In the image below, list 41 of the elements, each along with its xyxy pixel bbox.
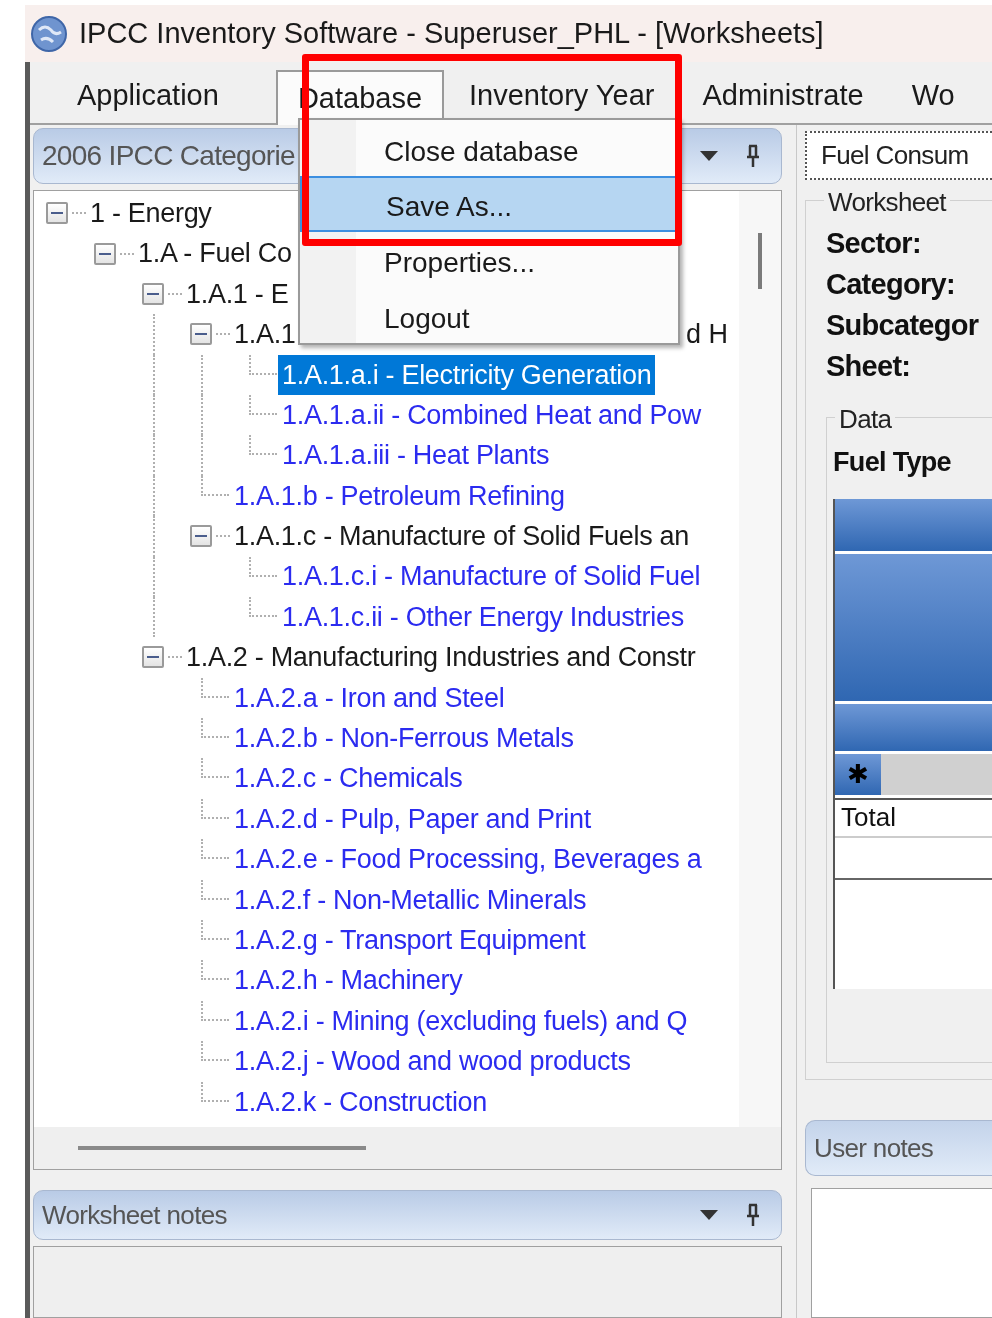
tree-item[interactable]: 1.A.1.c.i - Manufacture of Solid Fuel [278, 556, 705, 597]
menu-item[interactable]: Application [77, 68, 219, 123]
menu-option[interactable]: Logout [300, 287, 678, 343]
tree-item[interactable]: 1.A.1 - E [182, 273, 293, 315]
field-label: Sector: [826, 225, 922, 261]
tree-item[interactable]: 1.A - Fuel Co [134, 233, 296, 274]
tree-item[interactable]: 1.A.2.h - Machinery [230, 960, 467, 1001]
tree-item[interactable]: 1.A.2.f - Non-Metallic Minerals [230, 879, 591, 921]
tree-item[interactable]: 1.A.2.d - Pulp, Paper and Print [230, 798, 595, 840]
field-label: Category: [826, 266, 956, 302]
tree-item[interactable]: 1.A.2.a - Iron and Steel [230, 677, 509, 719]
tree-item[interactable]: 1.A.2.e - Food Processing, Beverages a [230, 839, 706, 880]
tree-item[interactable]: 1.A.1.a.iii - Heat Plants [278, 435, 554, 476]
tree-item[interactable]: 1.A.2.c - Chemicals [230, 758, 467, 799]
tree-item[interactable]: 1.A.2.i - Mining (excluding fuels) and Q [230, 1000, 692, 1042]
tree-item[interactable]: 1.A.2.k - Construction [230, 1081, 491, 1123]
tree-item[interactable]: 1.A.1 [230, 314, 300, 355]
table-cell: Total [835, 797, 992, 838]
tree-item[interactable]: 1.A.1.b - Petroleum Refining [230, 475, 569, 517]
menu-item[interactable]: Wo [911, 68, 955, 123]
tree-item[interactable]: 1.A.2 - Manufacturing Industries and Constr [182, 637, 700, 678]
panel-title: 2006 IPCC Categorie [42, 139, 295, 173]
tree-item[interactable]: 1.A.2.g - Transport Equipment [230, 920, 590, 961]
field-label: Sheet: [826, 348, 912, 384]
field-label: Subcategor [826, 307, 980, 343]
tree-item[interactable]: 1.A.2.j - Wood and wood products [230, 1041, 635, 1082]
menu-item[interactable]: Inventory Year [469, 68, 655, 123]
row-header[interactable]: ✱ [835, 753, 881, 795]
window-title: IPCC Inventory Software - Superuser_PHL - [Worksheets] [79, 15, 824, 51]
menu-item[interactable]: Administrate [702, 68, 864, 123]
tree-item[interactable]: 1.A.1.a.ii - Combined Heat and Pow [278, 394, 706, 436]
panel-title: User notes [814, 1131, 934, 1165]
menu-option[interactable]: Save As... [300, 175, 678, 232]
tree-item[interactable]: 1.A.1.c - Manufacture of Solid Fuels an [230, 516, 694, 557]
panel-title: Worksheet notes [42, 1198, 227, 1232]
tree-item[interactable]: 1.A.1.c.ii - Other Energy Industries [278, 596, 688, 638]
tree-item[interactable]: 1.A.2.b - Non-Ferrous Metals [230, 718, 578, 759]
column-label: Fuel Type [833, 446, 952, 479]
tree-item[interactable]: d H [686, 314, 729, 355]
tree-item[interactable]: 1 - Energy [86, 192, 216, 234]
tree-item[interactable]: 1.A.1.a.i - Electricity Generation [278, 354, 656, 395]
